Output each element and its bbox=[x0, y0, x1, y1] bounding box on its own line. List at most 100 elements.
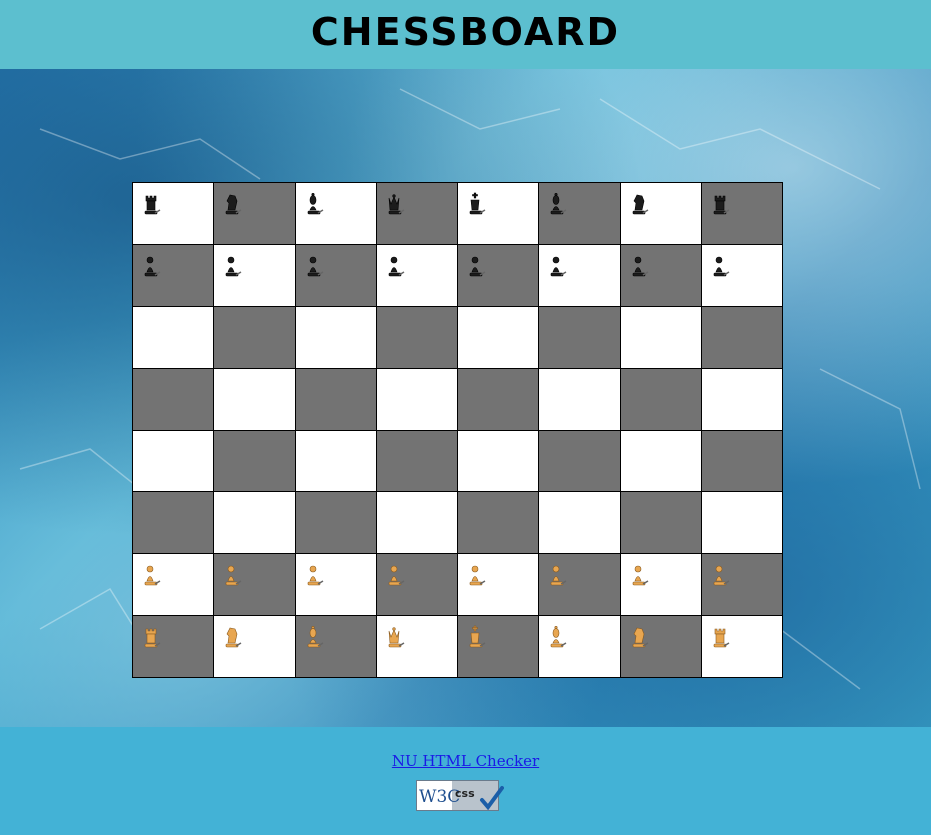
white-knight-icon[interactable] bbox=[630, 625, 650, 649]
board-square[interactable] bbox=[538, 367, 621, 431]
board-square[interactable] bbox=[700, 429, 784, 493]
board-square[interactable] bbox=[456, 182, 540, 245]
board-square[interactable] bbox=[619, 305, 702, 369]
board-square[interactable] bbox=[294, 182, 377, 245]
board-square[interactable] bbox=[619, 429, 702, 493]
board-square[interactable] bbox=[213, 367, 296, 431]
board-square[interactable] bbox=[619, 615, 702, 678]
white-queen-icon[interactable] bbox=[386, 625, 406, 649]
black-knight-icon[interactable] bbox=[630, 192, 650, 216]
board-square[interactable] bbox=[131, 182, 215, 245]
board-square[interactable] bbox=[700, 553, 784, 617]
black-pawn-icon[interactable] bbox=[223, 254, 243, 278]
board-square[interactable] bbox=[294, 429, 377, 493]
w3c-css-badge[interactable]: W3C css bbox=[416, 780, 504, 811]
black-pawn-icon[interactable] bbox=[630, 254, 650, 278]
board-square[interactable] bbox=[538, 305, 621, 369]
board-square[interactable] bbox=[456, 553, 540, 617]
board-square[interactable] bbox=[619, 243, 702, 307]
white-pawn-icon[interactable] bbox=[386, 563, 406, 587]
board-square[interactable] bbox=[294, 367, 377, 431]
white-bishop-icon[interactable] bbox=[548, 625, 568, 649]
board-square[interactable] bbox=[456, 615, 540, 678]
white-pawn-icon[interactable] bbox=[630, 563, 650, 587]
board-square[interactable] bbox=[213, 305, 296, 369]
board-square[interactable] bbox=[700, 367, 784, 431]
white-knight-icon[interactable] bbox=[223, 625, 243, 649]
board-square[interactable] bbox=[131, 615, 215, 678]
black-pawn-icon[interactable] bbox=[467, 254, 487, 278]
board-square[interactable] bbox=[213, 429, 296, 493]
board-square[interactable] bbox=[700, 615, 784, 678]
white-king-icon[interactable] bbox=[467, 625, 487, 649]
black-king-icon[interactable] bbox=[467, 192, 487, 216]
white-pawn-icon[interactable] bbox=[467, 563, 487, 587]
white-rook-icon[interactable] bbox=[711, 625, 731, 649]
board-square[interactable] bbox=[375, 429, 459, 493]
board-square[interactable] bbox=[456, 491, 540, 555]
black-pawn-icon[interactable] bbox=[142, 254, 162, 278]
board-square[interactable] bbox=[456, 429, 540, 493]
black-pawn-icon[interactable] bbox=[711, 254, 731, 278]
white-pawn-icon[interactable] bbox=[305, 563, 325, 587]
white-rook-icon[interactable] bbox=[142, 625, 162, 649]
board-square[interactable] bbox=[294, 553, 377, 617]
board-square[interactable] bbox=[538, 182, 621, 245]
black-pawn-icon[interactable] bbox=[305, 254, 325, 278]
board-square[interactable] bbox=[456, 243, 540, 307]
board-square[interactable] bbox=[619, 367, 702, 431]
board-square[interactable] bbox=[213, 182, 296, 245]
board-square[interactable] bbox=[375, 615, 459, 678]
board-square[interactable] bbox=[213, 615, 296, 678]
board-square[interactable] bbox=[700, 305, 784, 369]
white-bishop-icon[interactable] bbox=[305, 625, 325, 649]
page-header: Chessboard bbox=[0, 0, 931, 69]
board-square[interactable] bbox=[294, 491, 377, 555]
board-square[interactable] bbox=[375, 367, 459, 431]
board-square[interactable] bbox=[294, 615, 377, 678]
html-checker-link[interactable]: NU HTML Checker bbox=[392, 752, 539, 770]
black-knight-icon[interactable] bbox=[223, 192, 243, 216]
board-square[interactable] bbox=[131, 243, 215, 307]
board-square[interactable] bbox=[538, 553, 621, 617]
board-square[interactable] bbox=[213, 243, 296, 307]
board-square[interactable] bbox=[131, 367, 215, 431]
board-square[interactable] bbox=[294, 305, 377, 369]
black-bishop-icon[interactable] bbox=[548, 192, 568, 216]
board-square[interactable] bbox=[619, 182, 702, 245]
black-pawn-icon[interactable] bbox=[548, 254, 568, 278]
board-square[interactable] bbox=[294, 243, 377, 307]
board-square[interactable] bbox=[375, 491, 459, 555]
black-rook-icon[interactable] bbox=[142, 192, 162, 216]
board-square[interactable] bbox=[538, 429, 621, 493]
white-pawn-icon[interactable] bbox=[223, 563, 243, 587]
board-square[interactable] bbox=[375, 182, 459, 245]
board-square[interactable] bbox=[131, 491, 215, 555]
board-square[interactable] bbox=[213, 553, 296, 617]
board-square[interactable] bbox=[456, 367, 540, 431]
board-square[interactable] bbox=[131, 429, 215, 493]
black-rook-icon[interactable] bbox=[711, 192, 731, 216]
board-square[interactable] bbox=[619, 491, 702, 555]
board-square[interactable] bbox=[131, 305, 215, 369]
white-pawn-icon[interactable] bbox=[711, 563, 731, 587]
board-square[interactable] bbox=[700, 182, 784, 245]
board-square[interactable] bbox=[700, 243, 784, 307]
board-square[interactable] bbox=[375, 243, 459, 307]
white-pawn-icon[interactable] bbox=[142, 563, 162, 587]
board-square[interactable] bbox=[375, 553, 459, 617]
board-square[interactable] bbox=[131, 553, 215, 617]
board-square[interactable] bbox=[375, 305, 459, 369]
board-square[interactable] bbox=[213, 491, 296, 555]
board-square[interactable] bbox=[700, 491, 784, 555]
board-row bbox=[131, 305, 784, 369]
black-queen-icon[interactable] bbox=[386, 192, 406, 216]
white-pawn-icon[interactable] bbox=[548, 563, 568, 587]
board-square[interactable] bbox=[456, 305, 540, 369]
board-square[interactable] bbox=[538, 243, 621, 307]
board-square[interactable] bbox=[619, 553, 702, 617]
board-square[interactable] bbox=[538, 615, 621, 678]
black-pawn-icon[interactable] bbox=[386, 254, 406, 278]
black-bishop-icon[interactable] bbox=[305, 192, 325, 216]
board-square[interactable] bbox=[538, 491, 621, 555]
